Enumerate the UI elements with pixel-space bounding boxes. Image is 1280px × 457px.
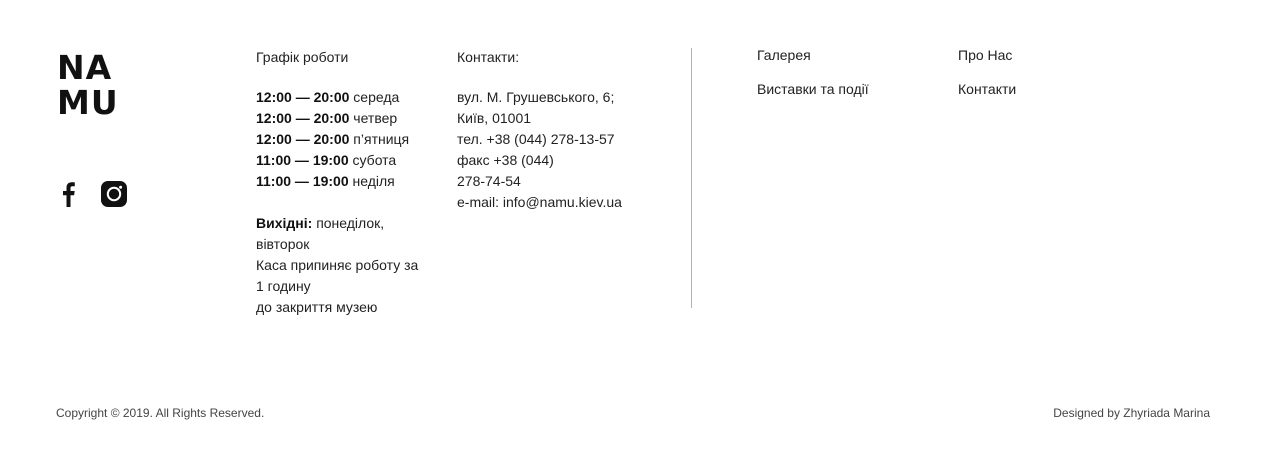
working-hours-title: Графік роботи [256, 49, 349, 65]
phone-number[interactable]: тел. +38 (044) 278-13-57 [457, 129, 677, 150]
nav-link-exhibitions[interactable]: Виставки та події [757, 80, 869, 98]
fax-line-1: факс +38 (044) [457, 152, 554, 168]
logo-line-2: MU [57, 83, 119, 122]
contacts-title: Контакти: [457, 49, 520, 65]
weekend-line: Вихідні: понеділок, [256, 215, 385, 231]
nav-link-about[interactable]: Про Нас [958, 46, 1012, 64]
cashier-note-3: до закриття музею [256, 299, 378, 315]
hours-row: 11:00 — 19:00 неділя [256, 173, 395, 189]
working-hours-section: Графік роботи 12:00 — 20:00 середа 12:00… [256, 47, 436, 318]
email-link[interactable]: e-mail: info@namu.kiev.ua [457, 192, 677, 213]
designer-credit: Designed by Zhyriada Marina [1053, 406, 1210, 420]
instagram-icon[interactable] [101, 181, 127, 207]
hours-row: 12:00 — 20:00 п’ятниця [256, 131, 410, 147]
hours-row: 11:00 — 19:00 субота [256, 152, 397, 168]
weekend-days-continued: вівторок [256, 236, 310, 252]
address-line-1: вул. М. Грушевського, 6; [457, 89, 615, 105]
hours-row: 12:00 — 20:00 середа [256, 89, 400, 105]
nav-link-contacts[interactable]: Контакти [958, 80, 1016, 98]
facebook-icon[interactable] [60, 181, 76, 207]
fax-line-2: 278-74-54 [457, 173, 521, 189]
cashier-note-2: 1 годину [256, 278, 311, 294]
logo-line-1: NA [57, 48, 113, 87]
nav-link-gallery[interactable]: Галерея [757, 46, 811, 64]
address-line-2: Київ, 01001 [457, 110, 532, 126]
copyright-text: Copyright © 2019. All Rights Reserved. [56, 406, 265, 420]
vertical-divider [691, 48, 692, 308]
hours-row: 12:00 — 20:00 четвер [256, 110, 398, 126]
contacts-section: Контакти: вул. М. Грушевського, 6; Київ,… [457, 47, 677, 213]
site-logo[interactable]: NA MU [57, 50, 119, 120]
cashier-note-1: Каса припиняє роботу за [256, 257, 419, 273]
